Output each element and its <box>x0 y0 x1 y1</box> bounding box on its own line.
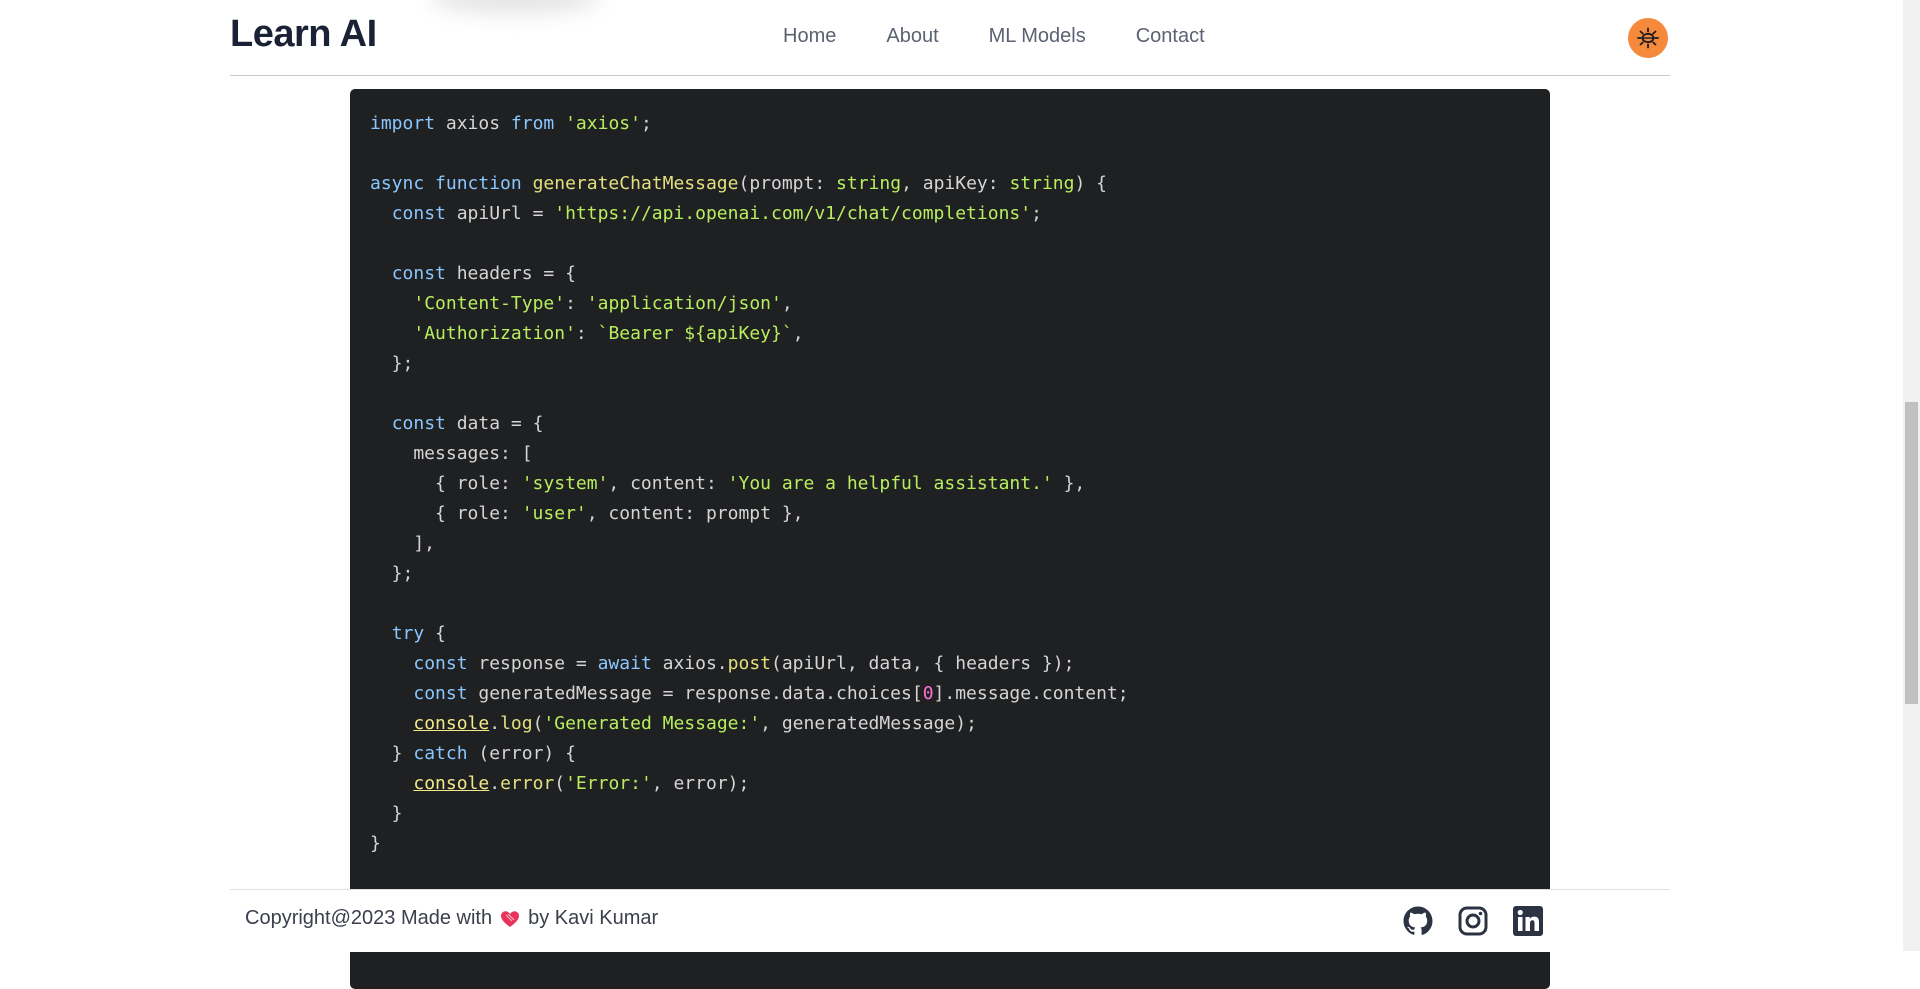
code-block: import axios from 'axios'; async functio… <box>350 89 1550 989</box>
nav-link-ml-models[interactable]: ML Models <box>989 25 1086 48</box>
nav-link-home[interactable]: Home <box>783 25 836 48</box>
heart-icon <box>500 910 520 928</box>
page-scrollbar[interactable] <box>1903 0 1920 951</box>
sun-icon <box>1637 27 1659 49</box>
theme-toggle-button[interactable] <box>1628 18 1668 58</box>
social-links <box>1402 905 1544 937</box>
linkedin-icon <box>1513 906 1543 936</box>
instagram-icon <box>1458 906 1488 936</box>
main-nav: Home About ML Models Contact <box>783 25 1205 48</box>
copyright-text: Copyright@2023 Made with by Kavi Kumar <box>245 907 658 930</box>
site-footer: Copyright@2023 Made with by Kavi Kumar <box>230 889 1670 952</box>
scrollbar-thumb[interactable] <box>1905 402 1918 704</box>
github-link[interactable] <box>1402 905 1434 937</box>
nav-link-contact[interactable]: Contact <box>1136 25 1205 48</box>
code-listing[interactable]: import axios from 'axios'; async functio… <box>370 109 1129 859</box>
linkedin-link[interactable] <box>1512 905 1544 937</box>
site-logo[interactable]: Learn AI <box>230 13 377 56</box>
copyright-suffix: by Kavi Kumar <box>528 907 659 929</box>
github-icon <box>1403 906 1433 935</box>
site-header: Learn AI Home About ML Models Contact <box>230 0 1670 76</box>
nav-link-about[interactable]: About <box>886 25 938 48</box>
instagram-link[interactable] <box>1457 905 1489 937</box>
copyright-prefix: Copyright@2023 Made with <box>245 907 493 929</box>
